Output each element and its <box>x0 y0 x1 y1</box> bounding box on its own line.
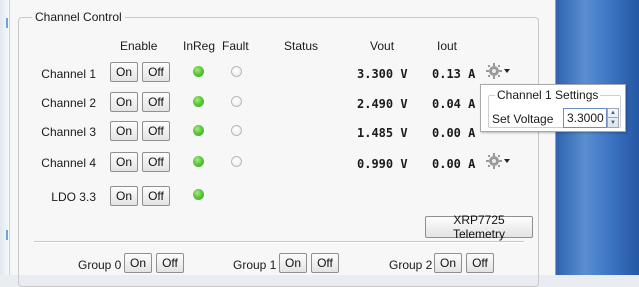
channel-1-iout: 0.13 A <box>432 67 476 81</box>
spin-down-icon[interactable]: ▼ <box>608 118 618 127</box>
edge-marker <box>6 18 8 28</box>
channel-1-vout: 3.300 V <box>357 67 408 81</box>
channel-1-label: Channel 1 <box>41 67 96 81</box>
group-2-on-button[interactable]: On <box>434 253 462 273</box>
ldo-off-button[interactable]: Off <box>142 186 170 206</box>
channel-4-inreg-led <box>193 156 204 167</box>
set-voltage-label: Set Voltage <box>492 112 554 126</box>
header-iout: Iout <box>437 39 458 53</box>
dropdown-arrow-icon <box>504 159 510 163</box>
window-left-edge <box>0 0 10 275</box>
ldo-label: LDO 3.3 <box>51 190 96 204</box>
channel-3-fault-led <box>231 125 242 136</box>
group-0-on-button[interactable]: On <box>124 253 152 273</box>
group-1-label: Group 1 <box>233 258 277 272</box>
group-separator <box>34 241 524 242</box>
header-vout: Vout <box>370 39 395 53</box>
channel-1-settings-button[interactable] <box>486 62 512 80</box>
header-enable: Enable <box>120 39 158 53</box>
groupbox-title: Channel Control <box>32 10 125 24</box>
channel-1-settings-popup: Channel 1 Settings Set Voltage 3.3000 ▲ … <box>480 84 626 132</box>
group-0-off-button[interactable]: Off <box>156 253 184 273</box>
header-status: Status <box>284 39 319 53</box>
channel-3-label: Channel 3 <box>41 125 96 139</box>
gear-icon <box>486 63 510 79</box>
channel-1-on-button[interactable]: On <box>110 62 138 82</box>
channel-1-fault-led <box>231 66 242 77</box>
channel-2-off-button[interactable]: Off <box>142 92 170 112</box>
spin-up-icon[interactable]: ▲ <box>608 109 618 118</box>
channel-2-label: Channel 2 <box>41 96 96 110</box>
channel-4-label: Channel 4 <box>41 156 96 170</box>
channel-2-vout: 2.490 V <box>357 97 408 111</box>
group-1-on-button[interactable]: On <box>279 253 307 273</box>
group-0-label: Group 0 <box>78 258 122 272</box>
channel-4-fault-led <box>231 156 242 167</box>
channel-4-on-button[interactable]: On <box>110 152 138 172</box>
channel-2-iout: 0.04 A <box>432 97 476 111</box>
header-inreg: InReg <box>183 39 216 53</box>
channel-4-off-button[interactable]: Off <box>142 152 170 172</box>
channel-3-off-button[interactable]: Off <box>142 121 170 141</box>
group-2-off-button[interactable]: Off <box>466 253 494 273</box>
group-2-label: Group 2 <box>389 258 433 272</box>
channel-3-vout: 1.485 V <box>357 126 408 140</box>
header-fault: Fault <box>222 39 249 53</box>
channel-2-on-button[interactable]: On <box>110 92 138 112</box>
set-voltage-spinner[interactable]: ▲ ▼ <box>607 108 619 128</box>
set-voltage-input[interactable]: 3.3000 <box>563 108 607 128</box>
channel-3-iout: 0.00 A <box>432 126 476 140</box>
channel-2-fault-led <box>231 96 242 107</box>
edge-marker <box>6 230 8 240</box>
channel-4-iout: 0.00 A <box>432 157 476 171</box>
channel-1-inreg-led <box>193 66 204 77</box>
channel-2-inreg-led <box>193 96 204 107</box>
ldo-inreg-led <box>193 189 204 200</box>
popup-title: Channel 1 Settings <box>495 88 601 102</box>
channel-1-off-button[interactable]: Off <box>142 62 170 82</box>
group-1-off-button[interactable]: Off <box>311 253 339 273</box>
channel-control-groupbox <box>18 17 539 287</box>
channel-4-settings-button[interactable] <box>486 152 512 170</box>
telemetry-button[interactable]: XRP7725 Telemetry <box>425 213 533 241</box>
channel-3-on-button[interactable]: On <box>110 121 138 141</box>
dropdown-arrow-icon <box>504 69 510 73</box>
channel-4-vout: 0.990 V <box>357 157 408 171</box>
ldo-on-button[interactable]: On <box>110 186 138 206</box>
gear-icon <box>486 153 510 169</box>
channel-3-inreg-led <box>193 125 204 136</box>
